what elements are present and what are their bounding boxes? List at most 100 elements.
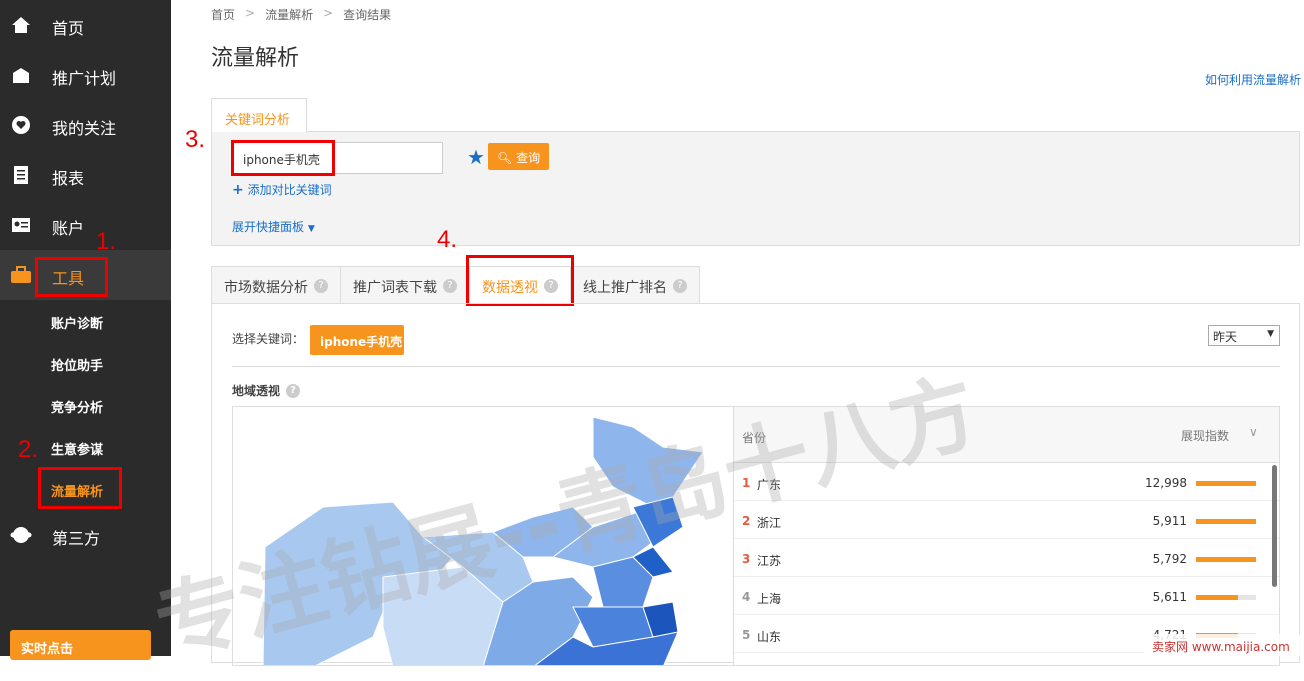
row-rank: 1 [742,476,750,490]
home-icon [10,14,32,36]
col-index[interactable]: 展现指数 [1181,427,1229,444]
page-title: 流量解析 [211,40,299,72]
caret-down-icon: ▼ [308,224,315,234]
scrollbar[interactable] [1272,465,1277,587]
tab-online-ranking[interactable]: 线上推广排名? [570,266,700,304]
sub-account-diagnosis[interactable]: 账户诊断 [51,313,103,332]
row-province: 江苏 [757,552,781,569]
province-table: 省份 展现指数 ∨ 1 广东 12,998 2 浙江 5,911 3 江苏 5,792 4 上海 5,… [734,406,1280,666]
tab-label: 市场数据分析 [224,277,308,303]
row-province: 上海 [757,590,781,607]
row-rank: 4 [742,590,750,604]
nav-favorites[interactable]: 我的关注 [0,100,171,150]
third-party-icon [10,524,32,546]
crumb-result: 查询结果 [343,6,391,23]
row-bar [1196,519,1256,524]
tab-word-download[interactable]: 推广词表下载? [340,266,469,304]
expand-panel-label: 展开快捷面板 [232,220,304,234]
row-rank: 2 [742,514,750,528]
chevron-right-icon: > [245,6,255,23]
row-value: 5,792 [1153,552,1187,566]
star-icon[interactable]: ★ [467,145,485,169]
heart-icon [10,114,32,136]
crumb-home[interactable]: 首页 [211,6,235,23]
annotation-label-3: 3. [185,126,205,154]
nav-campaign[interactable]: 推广计划 [0,50,171,100]
row-bar-fill [1196,481,1256,486]
help-link[interactable]: 如何利用流量解析 [1205,71,1301,88]
row-bar [1196,481,1256,486]
table-row[interactable]: 3 江苏 5,792 [734,539,1279,577]
china-map[interactable] [232,406,734,666]
col-province: 省份 [742,429,766,446]
add-compare-link[interactable]: + 添加对比关键词 [232,181,332,198]
keyword-chip[interactable]: iphone手机壳 [310,325,404,355]
crumb-traffic[interactable]: 流量解析 [265,6,313,23]
nav-label: 报表 [52,165,84,189]
map-region-heilongjiang[interactable] [593,417,703,507]
annotation-box-tools [35,257,108,297]
divider [232,366,1280,367]
chevron-right-icon: > [323,6,333,23]
nav-account[interactable]: 账户 [0,200,171,250]
analysis-tabs: 市场数据分析? 推广词表下载? 数据透视? 线上推广排名? [211,266,700,304]
help-icon[interactable]: ? [673,279,687,293]
expand-panel-link[interactable]: 展开快捷面板 ▼ [232,218,315,235]
main-area: 首页 > 流量解析 > 查询结果 流量解析 如何利用流量解析 关键词分析 iph… [171,0,1304,656]
row-value: 5,611 [1153,590,1187,604]
row-rank: 3 [742,552,750,566]
sub-competition-analysis[interactable]: 竞争分析 [51,397,103,416]
watermark-site: 卖家网 www.maijia.com [1144,634,1304,656]
annotation-label-2: 2. [18,436,38,464]
sidebar: 首页 推广计划 我的关注 报表 账户 工具 账户诊断 抢位助手 竞争分析 生意参… [0,0,171,656]
row-bar-fill [1196,557,1256,562]
keyword-panel: iphone手机壳 ★ 🔍︎ 查询 + 添加对比关键词 展开快捷面板 ▼ [211,131,1300,246]
tab-label: 线上推广排名 [583,277,667,303]
breadcrumb: 首页 > 流量解析 > 查询结果 [211,6,391,23]
add-compare-label: 添加对比关键词 [248,183,332,197]
row-value: 12,998 [1145,476,1187,490]
tab-label: 推广词表下载 [353,277,437,303]
date-select[interactable]: 昨天 ▼ [1208,325,1280,346]
annotation-box-traffic [38,467,122,509]
tab-keyword-analysis[interactable]: 关键词分析 [211,98,307,132]
geo-section-title: 地域透视 ? [232,382,300,399]
toolbox-icon [10,264,32,286]
help-icon[interactable]: ? [286,384,300,398]
caret-down-icon: ▼ [1267,329,1274,339]
help-icon[interactable]: ? [314,279,328,293]
annotation-label-4: 4. [437,226,457,254]
nav-label: 第三方 [52,525,100,549]
geo-label: 地域透视 [232,382,280,399]
row-province: 浙江 [757,514,781,531]
select-keyword-label: 选择关键词： [232,330,304,347]
table-row[interactable]: 4 上海 5,611 [734,577,1279,615]
chevron-down-icon[interactable]: ∨ [1249,425,1258,439]
annotation-label-1: 1. [96,228,116,256]
nav-home[interactable]: 首页 [0,0,171,50]
annotation-box-pivot [466,255,574,306]
row-bar-fill [1196,595,1238,600]
help-icon[interactable]: ? [443,279,457,293]
query-button[interactable]: 🔍︎ 查询 [488,143,549,170]
query-label: 查询 [516,151,540,165]
row-province: 广东 [757,476,781,493]
account-icon [10,214,32,236]
annotation-box-keyword [231,140,335,176]
nav-third-party[interactable]: 第三方 [0,510,171,560]
table-body: 1广东12,9982浙江5,9113江苏5,7924上海5,6115山东4,72… [734,463,1279,653]
row-bar [1196,557,1256,562]
sub-bid-assistant[interactable]: 抢位助手 [51,355,103,374]
report-icon [10,164,32,186]
row-province: 山东 [757,628,781,645]
date-select-value: 昨天 [1213,330,1237,344]
sub-business-advisor[interactable]: 生意参谋 [51,439,103,458]
row-value: 5,911 [1153,514,1187,528]
nav-report[interactable]: 报表 [0,150,171,200]
table-row[interactable]: 2 浙江 5,911 [734,501,1279,539]
tab-market-data[interactable]: 市场数据分析? [211,266,340,304]
table-row[interactable]: 1 广东 12,998 [734,463,1279,501]
row-rank: 5 [742,628,750,642]
nav-label: 推广计划 [52,65,116,89]
row-bar-fill [1196,519,1256,524]
